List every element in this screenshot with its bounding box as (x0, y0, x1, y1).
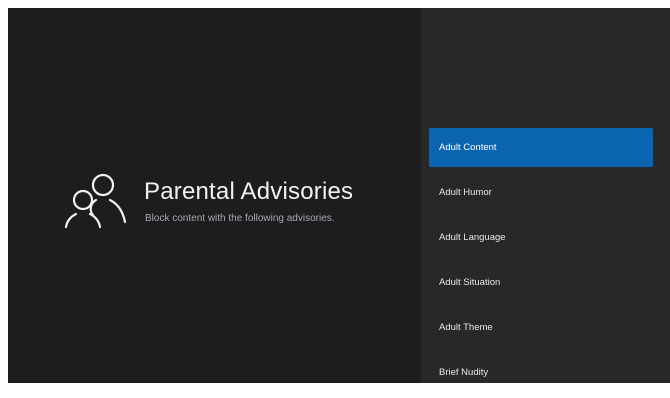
advisory-item-label: Adult Content (439, 142, 497, 153)
advisory-item-adult-humor[interactable]: Adult Humor (429, 173, 653, 212)
advisory-list: Adult Content Adult Humor Adult Language… (429, 128, 653, 398)
advisory-item-label: Adult Theme (439, 322, 493, 333)
advisory-item-adult-content[interactable]: Adult Content (429, 128, 653, 167)
page-title: Parental Advisories (144, 178, 354, 205)
advisory-item-adult-situation[interactable]: Adult Situation (429, 263, 653, 302)
people-outline-icon (63, 170, 129, 230)
advisory-item-adult-theme[interactable]: Adult Theme (429, 308, 653, 347)
page-subtitle: Block content with the following advisor… (145, 213, 335, 224)
advisory-item-label: Adult Language (439, 232, 506, 243)
advisory-item-brief-nudity[interactable]: Brief Nudity (429, 353, 653, 392)
info-pane: Parental Advisories Block content with t… (8, 8, 421, 383)
advisory-item-label: Brief Nudity (439, 367, 489, 378)
advisory-item-label: Adult Situation (439, 277, 501, 288)
advisory-item-adult-language[interactable]: Adult Language (429, 218, 653, 257)
advisory-item-label: Adult Humor (439, 187, 492, 198)
